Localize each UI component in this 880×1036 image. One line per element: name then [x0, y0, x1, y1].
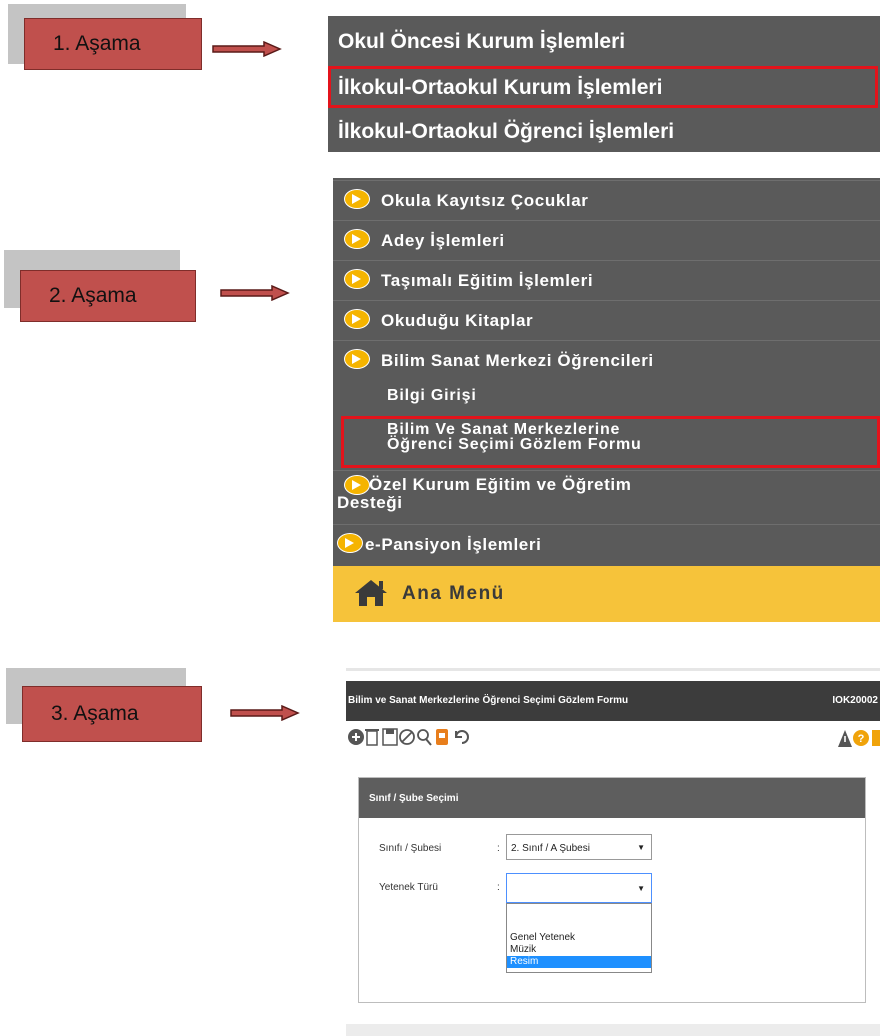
stage-1-label: 1. Aşama: [24, 18, 202, 70]
field-separator: :: [497, 843, 500, 854]
menu-item-okudugu-kitaplar[interactable]: Okuduğu Kitaplar: [333, 300, 880, 340]
menu-item-tasimali[interactable]: Taşımalı Eğitim İşlemleri: [333, 260, 880, 300]
cancel-icon[interactable]: [399, 729, 415, 745]
add-icon[interactable]: [348, 729, 364, 745]
form-screenshot-panel: Bilim ve Sanat Merkezlerine Öğrenci Seçi…: [346, 668, 880, 1036]
menu-item-ilkokul-ogrenci[interactable]: İlkokul-Ortaokul Öğrenci İşlemleri: [328, 120, 880, 144]
arrow-circle-icon: [344, 189, 370, 209]
search-icon[interactable]: [417, 729, 432, 746]
print-icon[interactable]: [436, 729, 448, 745]
arrow-circle-icon: [344, 475, 370, 495]
toolbar: [348, 728, 469, 746]
arrow-right-icon: [230, 705, 300, 721]
dropdown-option[interactable]: [507, 904, 651, 932]
field-separator: :: [497, 882, 500, 893]
toolbar-right: ?: [838, 730, 880, 747]
home-icon: [355, 580, 387, 606]
kurum-menu-panel: Okul Öncesi Kurum İşlemleri İlkokul-Orta…: [328, 16, 880, 152]
arrow-circle-icon: [344, 349, 370, 369]
form-code: IOK20002: [832, 695, 878, 706]
submenu-item-bilgi-girisi[interactable]: Bilgi Girişi: [387, 388, 477, 404]
stage-3-label: 3. Aşama: [22, 686, 202, 742]
dropdown-caret-icon: ▼: [637, 843, 645, 852]
save-icon[interactable]: [382, 728, 398, 746]
form-footer: [346, 1024, 880, 1036]
yetenek-turu-dropdown: Genel Yetenek Müzik Resim: [506, 903, 652, 973]
submenu-item-gozlem-formu[interactable]: Bilim Ve Sanat Merkezlerine Öğrenci Seçi…: [387, 422, 642, 453]
arrow-circle-icon: [344, 269, 370, 289]
ogrenci-menu-panel: Okula Kayıtsız Çocuklar Adey İşlemleri T…: [333, 178, 880, 622]
delete-icon[interactable]: [365, 729, 379, 746]
stage-2-label: 2. Aşama: [20, 270, 196, 322]
menu-item-e-pansiyon[interactable]: e-Pansiyon İşlemleri: [333, 524, 880, 564]
arrow-circle-icon: [337, 533, 363, 553]
arrow-right-icon: [220, 285, 290, 301]
field-label-sinif: Sınıfı / Şubesi: [379, 843, 442, 854]
exit-icon[interactable]: [872, 730, 880, 746]
dropdown-option-selected[interactable]: Resim: [507, 956, 651, 968]
help-icon[interactable]: ?: [853, 730, 869, 746]
form-title: Bilim ve Sanat Merkezlerine Öğrenci Seçi…: [348, 695, 629, 706]
menu-item-okula-kayitsiz[interactable]: Okula Kayıtsız Çocuklar: [333, 180, 880, 220]
menu-item-okul-oncesi[interactable]: Okul Öncesi Kurum İşlemleri: [328, 30, 880, 54]
sinif-sube-select[interactable]: 2. Sınıf / A Şubesi ▼: [506, 834, 652, 860]
dropdown-option[interactable]: Genel Yetenek: [507, 932, 651, 944]
yetenek-turu-select[interactable]: ▼: [506, 873, 652, 903]
svg-text:?: ?: [858, 733, 865, 745]
card-title: Sınıf / Şube Seçimi: [369, 793, 459, 804]
ana-menu-button[interactable]: Ana Menü: [333, 566, 880, 622]
dropdown-option[interactable]: Müzik: [507, 944, 651, 956]
warning-icon[interactable]: [838, 730, 852, 747]
menu-item-bilim-sanat[interactable]: Bilim Sanat Merkezi Öğrencileri: [333, 340, 880, 380]
arrow-circle-icon: [344, 229, 370, 249]
field-label-yetenek: Yetenek Türü: [379, 882, 438, 893]
arrow-right-icon: [212, 41, 282, 57]
menu-item-ozel-kurum[interactable]: Özel Kurum Eğitim ve Öğretim Desteği: [333, 470, 880, 518]
class-selection-card: Sınıf / Şube Seçimi Sınıfı / Şubesi : 2.…: [358, 777, 866, 1003]
refresh-icon[interactable]: [455, 730, 469, 744]
dropdown-caret-icon: ▼: [637, 884, 645, 893]
card-header: Sınıf / Şube Seçimi: [359, 778, 865, 818]
divider: [346, 668, 880, 671]
form-header: Bilim ve Sanat Merkezlerine Öğrenci Seçi…: [346, 681, 880, 721]
arrow-circle-icon: [344, 309, 370, 329]
menu-item-ilkokul-kurum[interactable]: İlkokul-Ortaokul Kurum İşlemleri: [328, 76, 880, 100]
menu-item-adey[interactable]: Adey İşlemleri: [333, 220, 880, 260]
